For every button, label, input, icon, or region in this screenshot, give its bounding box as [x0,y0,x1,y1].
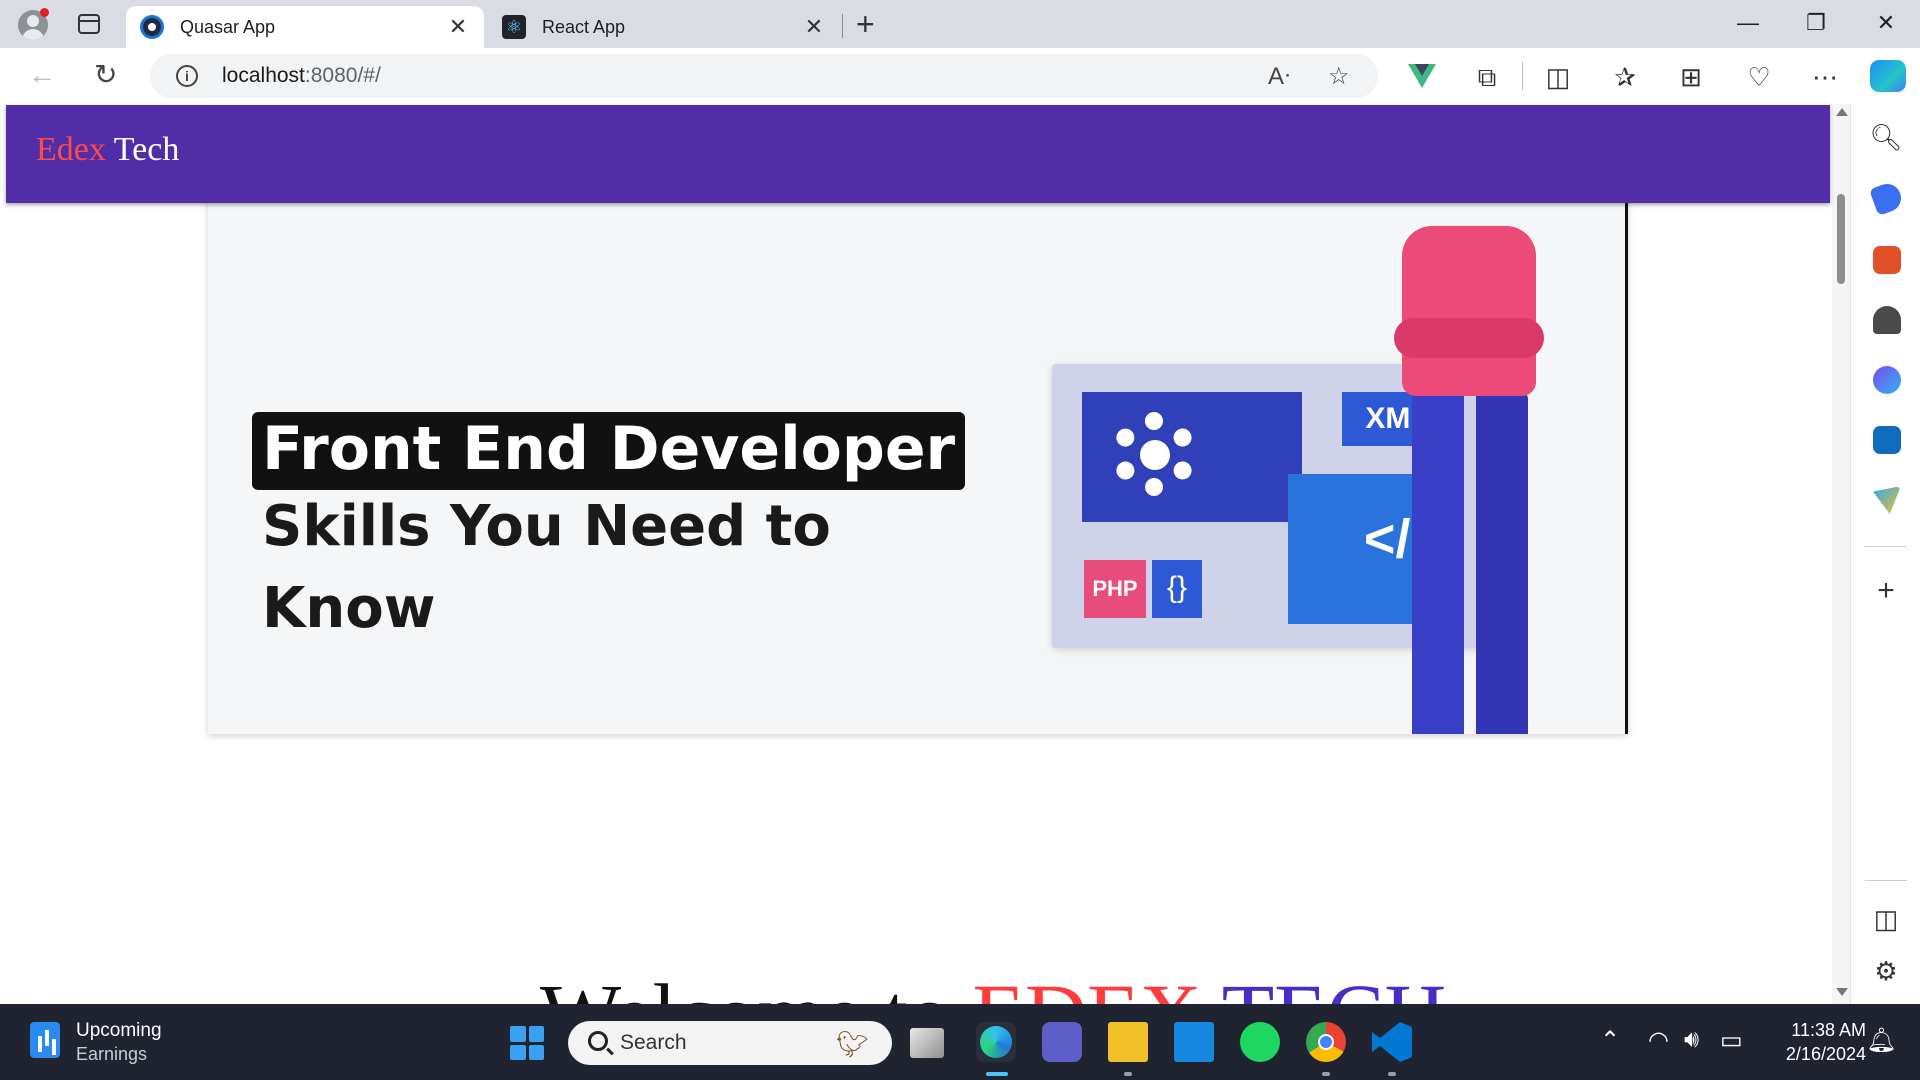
widget-subtitle[interactable]: Earnings [76,1044,147,1065]
page-viewport: Edex Tech Front End Developer Skills You… [0,104,1850,1004]
braces-tag: {} [1152,560,1202,618]
windows-taskbar: Upcoming Earnings Search 🐦︎ ⌃ ◠ 🔊︎ ▭ 11:… [0,1004,1920,1080]
quasar-favicon-icon [140,15,164,39]
wifi-icon[interactable]: ◠ [1648,1026,1669,1055]
vue-devtools-icon[interactable] [1408,64,1436,88]
tab-quasar-app[interactable]: Quasar App ✕ [126,6,484,48]
favorites-icon[interactable]: ✰ [1608,62,1642,93]
running-indicator [1322,1072,1330,1076]
welcome-edex: EDEX [972,966,1221,1004]
tab-title: Quasar App [180,16,276,37]
volume-icon[interactable]: 🔊︎ [1684,1026,1699,1054]
add-sidebar-app-icon[interactable]: + [1851,574,1920,608]
search-icon [588,1031,608,1051]
hero-banner-image: Front End Developer Skills You Need to K… [208,164,1628,734]
search-highlight-bird-icon: 🐦︎ [836,1029,870,1059]
browser-essentials-icon[interactable]: ♡ [1742,62,1776,93]
spotify-icon[interactable] [1240,1022,1280,1062]
welcome-heading: Welcome to EDEX TECH [540,964,1446,1004]
widget-title[interactable]: Upcoming [76,1020,162,1042]
url-path: :8080/#/ [304,64,381,87]
url-text[interactable]: localhost:8080/#/ [222,64,381,88]
gear-center [1140,440,1170,470]
address-bar[interactable]: i localhost:8080/#/ Aᐧ ☆ [150,54,1378,98]
back-button[interactable]: ← [28,60,56,90]
sidebar-divider [1865,880,1907,881]
tools-icon[interactable] [1873,246,1901,274]
close-tab-icon[interactable]: ✕ [802,14,826,40]
more-options-icon[interactable]: ⋯ [1808,62,1842,93]
site-info-icon[interactable]: i [176,65,198,87]
banner-highlight-text: Front End Developer [252,412,966,490]
widgets-stock-icon[interactable] [30,1022,60,1058]
banner-text-line-2: Skills You Need to [262,494,831,559]
edge-sidebar: 🔍︎ + ◫ ⚙ [1850,104,1920,1004]
scroll-up-arrow-icon[interactable] [1836,108,1848,116]
taskbar-search-box[interactable]: Search 🐦︎ [568,1021,892,1065]
restore-button[interactable]: ❐ [1796,10,1836,36]
welcome-text: Welcome to [540,966,972,1004]
developer-figure-illustration [1394,226,1544,734]
start-button[interactable] [510,1026,544,1060]
games-icon[interactable] [1873,306,1901,334]
sidebar-settings-gear-icon[interactable]: ⚙ [1851,956,1920,987]
microsoft-365-icon[interactable] [1873,366,1901,394]
toolbar-divider [1522,62,1523,90]
app-header: Edex Tech [6,105,1830,203]
vscode-icon[interactable] [1372,1022,1412,1062]
battery-icon[interactable]: ▭ [1720,1026,1743,1055]
notification-bell-icon[interactable]: 🔔︎ [1866,1026,1896,1055]
teams-icon[interactable] [1042,1022,1082,1062]
sidebar-search-icon[interactable]: 🔍︎ [1851,122,1920,153]
mail-icon[interactable] [1174,1022,1214,1062]
split-screen-icon[interactable]: ◫ [1541,62,1575,93]
favorite-star-icon[interactable]: ☆ [1328,62,1350,91]
running-indicator [1388,1072,1396,1076]
notification-dot [40,8,49,17]
read-aloud-icon[interactable]: Aᐧ [1268,62,1290,91]
brand-second-word: Tech [113,131,180,168]
hide-sidebar-icon[interactable]: ◫ [1851,904,1920,935]
react-favicon-icon: ⚛ [502,15,526,39]
collections-icon[interactable]: ⊞ [1674,62,1708,93]
search-placeholder: Search [620,1031,687,1054]
active-app-indicator [986,1072,1008,1076]
close-tab-icon[interactable]: ✕ [446,14,470,40]
tab-actions-icon[interactable] [78,14,100,34]
close-window-button[interactable]: ✕ [1866,10,1906,36]
tab-divider [842,14,843,38]
brand-first-word: Edex [36,131,106,168]
file-explorer-icon[interactable] [1108,1022,1148,1062]
page-scrollbar[interactable] [1832,104,1850,1004]
running-indicator [1124,1072,1132,1076]
edge-taskbar-icon[interactable] [976,1022,1016,1062]
tab-title: React App [542,16,626,37]
copilot-icon[interactable] [1870,60,1906,92]
drop-send-icon[interactable] [1873,486,1901,514]
refresh-button[interactable]: ↻ [94,60,117,90]
scroll-down-arrow-icon[interactable] [1836,988,1848,996]
url-host: localhost [222,64,305,87]
clock-date[interactable]: 2/16/2024 [1766,1044,1866,1065]
browser-tab-bar: Quasar App ✕ ⚛ React App ✕ + — ❐ ✕ [0,0,1920,48]
welcome-tech: TECH [1222,966,1447,1004]
minimize-button[interactable]: — [1728,10,1768,36]
clock-time[interactable]: 11:38 AM [1766,1020,1866,1041]
scrollbar-thumb[interactable] [1837,194,1845,284]
chrome-icon[interactable] [1306,1022,1346,1062]
banner-text-line-3: Know [262,576,436,641]
sidebar-divider [1865,546,1907,547]
outlook-icon[interactable] [1873,426,1901,454]
task-view-icon[interactable] [910,1028,944,1058]
tab-react-app[interactable]: ⚛ React App ✕ [488,6,840,48]
php-tag: PHP [1084,560,1146,618]
shopping-tag-icon[interactable] [1869,180,1905,216]
new-tab-button[interactable]: + [856,8,875,40]
show-hidden-icons-chevron-icon[interactable]: ⌃ [1600,1026,1620,1055]
extensions-icon[interactable]: ⧉ [1470,62,1504,94]
brand-logo[interactable]: Edex Tech [36,131,179,169]
